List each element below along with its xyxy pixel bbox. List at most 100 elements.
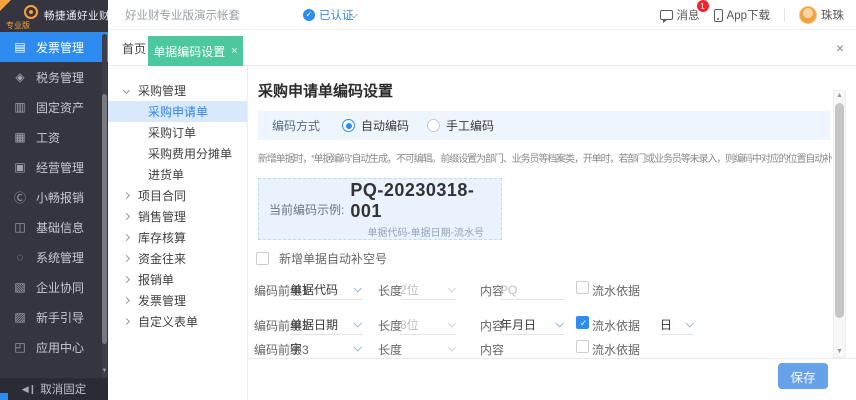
prefix3-serial-checkbox[interactable] xyxy=(576,340,589,353)
sidebar-item-salary[interactable]: ▦ 工资 xyxy=(0,122,108,152)
length-label: 长度 xyxy=(378,319,403,333)
sidebar-item-system[interactable]: ◌ 系统管理 xyxy=(0,242,108,272)
sidebar-item-base-info[interactable]: ◫ 基础信息 xyxy=(0,212,108,242)
app-window: 畅捷通好业财 专业版 好业财专业版演示帐套 ✓ 已认证 消息 1 App下载 珠… xyxy=(0,0,856,400)
main-scrollbar-thumb[interactable] xyxy=(835,103,844,318)
prefix3-type-select[interactable]: 字 xyxy=(290,337,362,359)
tab-doc-code-settings[interactable]: 单据编码设置 × xyxy=(148,36,243,66)
radio-manual-coding[interactable]: 手工编码 xyxy=(427,117,494,134)
chevron-down-icon xyxy=(353,283,362,293)
close-all-icon[interactable]: × xyxy=(836,30,844,66)
logo-edition-badge: 专业版 xyxy=(6,21,30,30)
page-title: 采购申请单编码设置 xyxy=(258,83,394,100)
prefix-row-1: 编码前缀1 单据代码 长度 2位 内容 PQ 流水依据 xyxy=(248,278,856,300)
sidebar-item-guide[interactable]: ▨ 新手引导 xyxy=(0,302,108,332)
save-button[interactable]: 保存 xyxy=(778,363,828,389)
sidebar-scrollbar-thumb[interactable] xyxy=(102,94,107,344)
example-code: PQ-20230318-001 xyxy=(350,179,475,221)
tree-group-project[interactable]: 项目合同 xyxy=(108,185,247,206)
chevron-down-icon xyxy=(685,318,694,328)
reimburse-icon: Ⓒ xyxy=(13,190,26,205)
prefix1-content-input[interactable]: PQ xyxy=(500,278,564,300)
collaboration-icon: ▧ xyxy=(14,280,26,294)
avatar xyxy=(799,6,817,24)
scroll-down-icon[interactable]: ▼ xyxy=(834,348,845,356)
auto-fill-row: 新增单据自动补空号 xyxy=(256,250,387,267)
tree-group-purchase[interactable]: 采购管理 xyxy=(108,80,247,101)
tree-group-invoice[interactable]: 发票管理 xyxy=(108,290,247,311)
chevron-down-icon xyxy=(353,318,362,328)
base-info-icon: ◫ xyxy=(14,220,26,234)
coding-mode-bar: 编码方式 自动编码 手工编码 xyxy=(258,111,830,140)
topbar-divider xyxy=(784,8,785,22)
messages-label: 消息 xyxy=(676,10,700,22)
tree-group-expense[interactable]: 报销单 xyxy=(108,269,247,290)
tree-item-goods-receipt[interactable]: 进货单 xyxy=(108,164,247,185)
tree-item-purchase-request[interactable]: 采购申请单 xyxy=(108,101,247,122)
chevron-down-icon xyxy=(353,342,362,352)
logo-text: 畅捷通好业财 xyxy=(44,10,108,22)
sidebar-item-reimburse[interactable]: Ⓒ 小畅报销 xyxy=(0,182,108,212)
serial-label: 流水依据 xyxy=(592,319,641,333)
prefix3-length-select[interactable] xyxy=(400,337,456,359)
scroll-corner xyxy=(0,393,8,400)
tree-group-funds[interactable]: 资金往来 xyxy=(108,248,247,269)
prefix2-serial-unit-select[interactable]: 日 xyxy=(660,313,694,335)
tree-group-custom-form[interactable]: 自定义表单 xyxy=(108,311,247,332)
prefix-row-3: 编码前缀3 字 长度 内容 流水依据 xyxy=(248,337,856,359)
tabbar: 首页 单据编码设置 × × xyxy=(108,30,856,66)
messages-count-badge: 1 xyxy=(696,0,709,12)
app-center-icon: ◰ xyxy=(14,340,26,354)
chevron-down-icon xyxy=(447,342,456,352)
sidebar-scroll-down-icon[interactable]: ▼ xyxy=(101,368,108,374)
account-selector-value: 好业财专业版演示帐套 xyxy=(125,10,240,22)
prefix-row-2: 编码前缀2 单据日期 长度 8位 内容 年月日 流水依据 日 xyxy=(248,313,856,335)
sidebar-item-app-center[interactable]: ◰ 应用中心 xyxy=(0,332,108,362)
topbar-right: 消息 1 App下载 珠珠 xyxy=(659,0,844,30)
caret-right-icon xyxy=(122,275,131,284)
example-hint: 单据代码-单据日期-流水号 xyxy=(367,227,484,239)
app-download-button[interactable]: App下载 xyxy=(713,7,770,23)
footer-bar: 保存 xyxy=(248,358,856,400)
prefix2-type-select[interactable]: 单据日期 xyxy=(290,313,362,335)
prefix3-content-input[interactable] xyxy=(500,337,564,359)
serial-label: 流水依据 xyxy=(592,343,641,357)
sidebar-items: ▤ 发票管理 ◈ 税务管理 ▥ 固定资产 ▦ 工资 ▣ 经营管理 Ⓒ 小畅报销 ◫ 基础信息 … xyxy=(0,32,108,362)
prefix1-serial-checkbox[interactable] xyxy=(576,281,589,294)
prefix1-length-select[interactable]: 2位 xyxy=(400,278,456,300)
auto-fill-label: 新增单据自动补空号 xyxy=(279,252,388,266)
tab-close-icon[interactable]: × xyxy=(231,45,237,57)
tree-item-purchase-fee[interactable]: 采购费用分摊单 xyxy=(108,143,247,164)
user-menu[interactable]: 珠珠 xyxy=(799,6,844,24)
sidebar-item-fixed-assets[interactable]: ▥ 固定资产 xyxy=(0,92,108,122)
tree-group-sales[interactable]: 销售管理 xyxy=(108,206,247,227)
sidebar-item-collaboration[interactable]: ▧ 企业协同 xyxy=(0,272,108,302)
collapse-pin-button[interactable]: ◀❙ 取消固定 xyxy=(0,378,108,400)
messages-button[interactable]: 消息 1 xyxy=(659,0,709,23)
prefix1-type-select[interactable]: 单据代码 xyxy=(290,278,362,300)
salary-icon: ▦ xyxy=(14,130,26,144)
topbar: 畅捷通好业财 专业版 好业财专业版演示帐套 ✓ 已认证 消息 1 App下载 珠… xyxy=(0,0,856,30)
radio-auto-coding[interactable]: 自动编码 xyxy=(342,117,409,134)
tax-icon: ◈ xyxy=(15,70,25,84)
tab-home[interactable]: 首页 xyxy=(122,30,146,66)
sidebar-item-operations[interactable]: ▣ 经营管理 xyxy=(0,152,108,182)
auto-fill-checkbox[interactable] xyxy=(256,252,269,265)
sidebar-item-invoice[interactable]: ▤ 发票管理 xyxy=(0,32,108,62)
caret-right-icon xyxy=(122,317,131,326)
length-label: 长度 xyxy=(378,284,403,298)
sidebar-item-tax[interactable]: ◈ 税务管理 xyxy=(0,62,108,92)
coding-mode-label: 编码方式 xyxy=(272,119,321,133)
tree-item-purchase-order[interactable]: 采购订单 xyxy=(108,122,247,143)
caret-right-icon xyxy=(122,212,131,221)
tree-group-inventory[interactable]: 库存核算 xyxy=(108,227,247,248)
sidebar-scrollbar[interactable] xyxy=(102,34,107,378)
scroll-up-icon[interactable]: ▲ xyxy=(834,92,845,100)
logo-icon xyxy=(24,5,38,19)
main-scrollbar[interactable]: ▲ ▼ xyxy=(833,90,846,358)
prefix2-length-select[interactable]: 8位 xyxy=(400,313,456,335)
prefix2-content-select[interactable]: 年月日 xyxy=(500,313,564,335)
guide-icon: ▨ xyxy=(14,310,26,324)
prefix2-serial-checkbox[interactable] xyxy=(576,316,590,330)
invoice-icon: ▤ xyxy=(14,40,26,54)
